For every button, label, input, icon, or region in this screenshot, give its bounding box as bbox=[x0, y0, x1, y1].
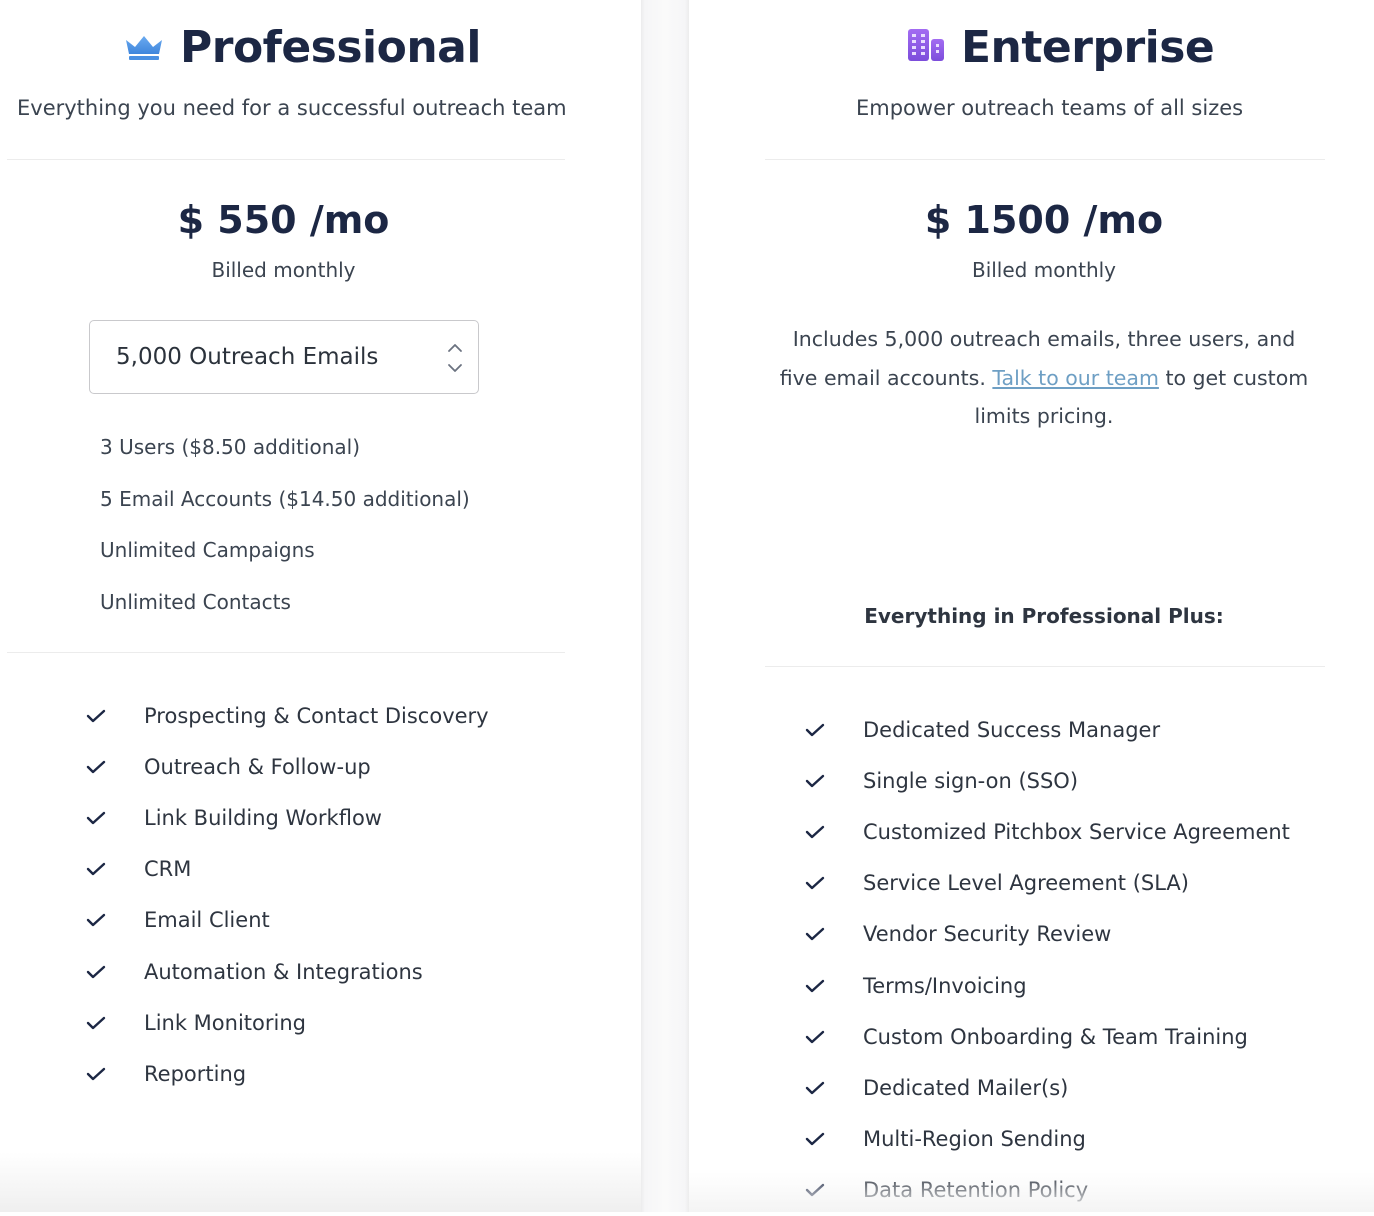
feature-item: Vendor Security Review bbox=[805, 909, 1290, 960]
feature-item: Link Building Workflow bbox=[86, 792, 489, 843]
feature-item: Prospecting & Contact Discovery bbox=[86, 690, 489, 741]
divider bbox=[7, 159, 565, 160]
check-icon bbox=[805, 979, 825, 992]
feature-label: CRM bbox=[144, 857, 192, 882]
divider bbox=[765, 666, 1325, 667]
divider bbox=[765, 159, 1325, 160]
check-icon bbox=[86, 760, 106, 773]
check-icon bbox=[805, 1081, 825, 1095]
enterprise-description: Includes 5,000 outreach emails, three us… bbox=[779, 320, 1309, 436]
card-gutter bbox=[641, 0, 689, 1212]
check-icon bbox=[86, 709, 106, 722]
check-icon bbox=[805, 723, 825, 736]
limit-item: 5 Email Accounts ($14.50 additional) bbox=[100, 486, 470, 511]
talk-to-team-link[interactable]: Talk to our team bbox=[992, 366, 1159, 390]
feature-label: Link Monitoring bbox=[144, 1010, 306, 1035]
feature-label: Email Client bbox=[144, 908, 270, 933]
professional-billing-period: Billed monthly bbox=[211, 258, 356, 282]
feature-label: Customized Pitchbox Service Agreement bbox=[863, 819, 1290, 844]
email-volume-select[interactable]: 5,000 Outreach Emails bbox=[89, 320, 479, 394]
feature-label: Link Building Workflow bbox=[144, 805, 382, 830]
feature-item: Email Client bbox=[86, 895, 489, 946]
feature-label: Single sign-on (SSO) bbox=[863, 768, 1079, 793]
professional-title: Professional bbox=[180, 22, 481, 73]
check-icon bbox=[805, 876, 825, 890]
feature-item: Automation & Integrations bbox=[86, 946, 489, 997]
feature-label: Vendor Security Review bbox=[863, 922, 1112, 947]
check-icon bbox=[805, 928, 825, 941]
card-bottom-shadow bbox=[0, 1152, 641, 1212]
card-bottom-shadow bbox=[689, 1172, 1374, 1212]
limit-item: Unlimited Campaigns bbox=[100, 538, 315, 562]
divider bbox=[7, 652, 565, 653]
enterprise-plan-card: Enterprise Empower outreach teams of all… bbox=[689, 0, 1374, 1212]
feature-item: Terms/Invoicing bbox=[805, 960, 1290, 1011]
feature-label: Service Level Agreement (SLA) bbox=[863, 871, 1189, 896]
professional-features-list: Prospecting & Contact Discovery Outreach… bbox=[86, 690, 489, 1100]
feature-item: Dedicated Success Manager bbox=[805, 704, 1290, 755]
feature-item: Outreach & Follow-up bbox=[86, 741, 489, 792]
enterprise-price: $ 1500 /mo bbox=[924, 198, 1164, 242]
feature-label: Multi-Region Sending bbox=[863, 1127, 1086, 1152]
check-icon bbox=[86, 862, 106, 876]
professional-title-row: Professional bbox=[124, 22, 481, 73]
check-icon bbox=[86, 914, 106, 927]
enterprise-subtitle: Empower outreach teams of all sizes bbox=[856, 96, 1244, 120]
feature-item: Multi-Region Sending bbox=[805, 1114, 1290, 1165]
professional-limits-list: 3 Users ($8.50 additional) 5 Email Accou… bbox=[100, 432, 470, 638]
feature-label: Custom Onboarding & Team Training bbox=[863, 1024, 1248, 1049]
feature-item: Reporting bbox=[86, 1048, 489, 1099]
feature-label: Terms/Invoicing bbox=[863, 973, 1027, 998]
plus-heading: Everything in Professional Plus: bbox=[864, 604, 1224, 628]
feature-label: Prospecting & Contact Discovery bbox=[144, 703, 489, 728]
feature-label: Automation & Integrations bbox=[144, 959, 423, 984]
feature-label: Dedicated Success Manager bbox=[863, 717, 1161, 742]
check-icon bbox=[86, 811, 106, 825]
feature-item: CRM bbox=[86, 844, 489, 895]
check-icon bbox=[86, 1016, 106, 1029]
enterprise-features-list: Dedicated Success Manager Single sign-on… bbox=[805, 704, 1290, 1216]
feature-label: Outreach & Follow-up bbox=[144, 754, 371, 779]
feature-item: Customized Pitchbox Service Agreement bbox=[805, 806, 1290, 857]
professional-plan-card: Professional Everything you need for a s… bbox=[0, 0, 641, 1212]
enterprise-title-row: Enterprise bbox=[907, 22, 1215, 73]
feature-item: Single sign-on (SSO) bbox=[805, 755, 1290, 806]
email-volume-selected: 5,000 Outreach Emails bbox=[116, 344, 379, 370]
check-icon bbox=[805, 1132, 825, 1146]
building-icon bbox=[907, 22, 945, 73]
feature-item: Dedicated Mailer(s) bbox=[805, 1062, 1290, 1113]
professional-price: $ 550 /mo bbox=[177, 198, 390, 242]
professional-subtitle: Everything you need for a successful out… bbox=[17, 96, 567, 120]
check-icon bbox=[805, 825, 825, 839]
feature-label: Dedicated Mailer(s) bbox=[863, 1075, 1069, 1100]
check-icon bbox=[805, 1030, 825, 1043]
check-icon bbox=[86, 965, 106, 978]
enterprise-title: Enterprise bbox=[961, 22, 1215, 73]
select-arrows-icon bbox=[446, 339, 464, 377]
feature-item: Service Level Agreement (SLA) bbox=[805, 858, 1290, 909]
check-icon bbox=[805, 774, 825, 787]
feature-item: Custom Onboarding & Team Training bbox=[805, 1011, 1290, 1062]
check-icon bbox=[86, 1067, 106, 1081]
limit-item: Unlimited Contacts bbox=[100, 589, 291, 614]
enterprise-billing-period: Billed monthly bbox=[971, 258, 1117, 282]
crown-icon bbox=[124, 22, 164, 73]
limit-item: 3 Users ($8.50 additional) bbox=[100, 435, 360, 459]
feature-label: Reporting bbox=[144, 1061, 247, 1086]
feature-item: Link Monitoring bbox=[86, 997, 489, 1048]
